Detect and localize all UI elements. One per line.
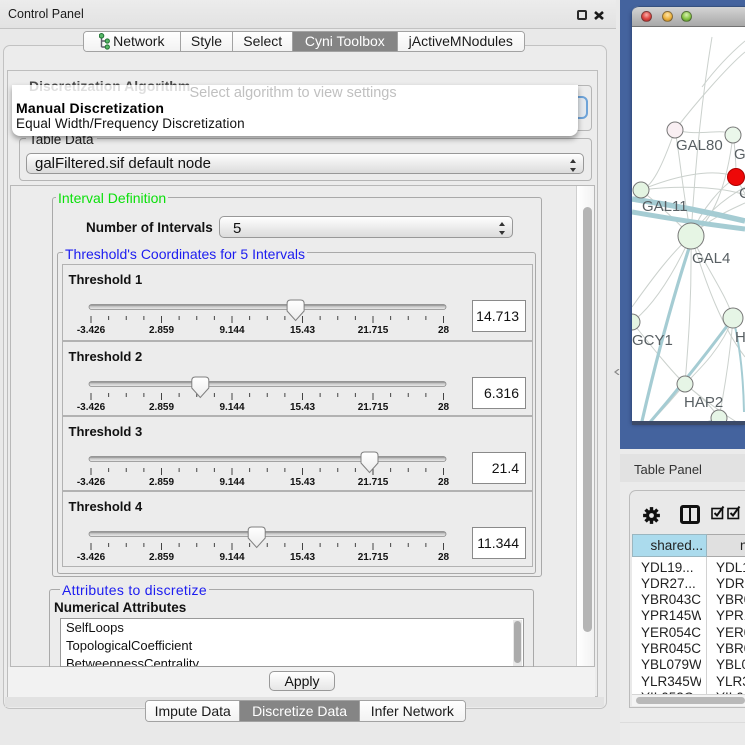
svg-text:2.859: 2.859: [149, 477, 174, 488]
svg-text:GAL80: GAL80: [676, 137, 723, 154]
svg-text:15.43: 15.43: [290, 552, 315, 563]
svg-text:21.715: 21.715: [358, 552, 389, 563]
svg-text:2.859: 2.859: [149, 402, 174, 413]
svg-text:GAL11: GAL11: [642, 198, 688, 215]
svg-text:28: 28: [438, 552, 450, 563]
svg-text:9.144: 9.144: [219, 402, 244, 413]
svg-text:-3.426: -3.426: [77, 552, 106, 563]
svg-text:9.144: 9.144: [219, 552, 244, 563]
svg-text:28: 28: [438, 477, 450, 488]
svg-text:-3.426: -3.426: [77, 402, 106, 413]
svg-text:2.859: 2.859: [149, 552, 174, 563]
svg-text:28: 28: [438, 325, 450, 336]
svg-text:HAP2: HAP2: [684, 394, 723, 411]
svg-text:15.43: 15.43: [290, 477, 315, 488]
svg-text:9.144: 9.144: [219, 477, 244, 488]
svg-text:G: G: [734, 146, 745, 163]
svg-text:21.715: 21.715: [358, 477, 389, 488]
svg-text:15.43: 15.43: [290, 402, 315, 413]
svg-text:-3.426: -3.426: [77, 325, 106, 336]
svg-text:21.715: 21.715: [358, 325, 389, 336]
svg-text:H: H: [735, 329, 745, 346]
svg-text:GAL4: GAL4: [692, 250, 730, 267]
svg-text:9.144: 9.144: [219, 325, 244, 336]
svg-text:15.43: 15.43: [290, 325, 315, 336]
svg-text:-3.426: -3.426: [77, 477, 106, 488]
svg-text:GCY1: GCY1: [632, 332, 673, 349]
svg-text:21.715: 21.715: [358, 402, 389, 413]
svg-text:C: C: [739, 185, 745, 202]
svg-text:28: 28: [438, 402, 450, 413]
svg-text:2.859: 2.859: [149, 325, 174, 336]
